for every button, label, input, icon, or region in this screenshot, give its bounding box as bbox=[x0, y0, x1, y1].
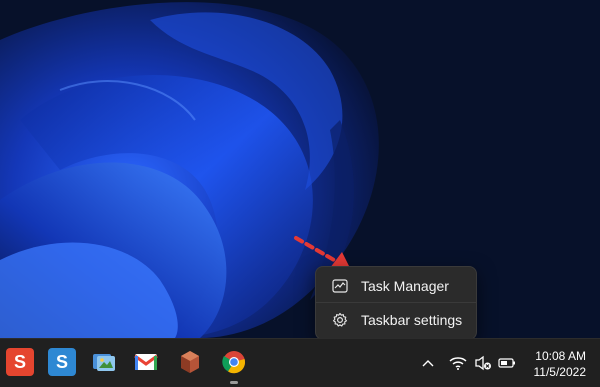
taskbar-context-menu: Task Manager Taskbar settings bbox=[315, 266, 477, 340]
desktop-wallpaper bbox=[0, 0, 600, 338]
menu-item-task-manager[interactable]: Task Manager bbox=[320, 270, 472, 302]
snagit-editor-icon[interactable]: S bbox=[48, 348, 76, 376]
system-clock[interactable]: 10:08 AM 11/5/2022 bbox=[516, 348, 587, 380]
running-indicator bbox=[230, 381, 238, 384]
menu-item-taskbar-settings[interactable]: Taskbar settings bbox=[320, 304, 472, 336]
photos-icon[interactable] bbox=[90, 348, 118, 376]
menu-item-label: Taskbar settings bbox=[361, 312, 463, 328]
menu-item-label: Task Manager bbox=[361, 278, 449, 294]
chrome-icon[interactable] bbox=[220, 348, 248, 376]
clock-date: 11/5/2022 bbox=[533, 365, 587, 379]
task-manager-icon bbox=[331, 277, 349, 295]
clock-time: 10:08 AM bbox=[535, 349, 586, 363]
taskbar: S S 10:08 AM 11/5/2022 bbox=[0, 338, 600, 387]
snagit-icon[interactable]: S bbox=[6, 348, 34, 376]
gmail-icon[interactable] bbox=[132, 348, 160, 376]
battery-icon[interactable] bbox=[498, 354, 516, 372]
app-icon[interactable] bbox=[176, 348, 204, 376]
gear-icon bbox=[331, 311, 349, 329]
wifi-icon[interactable] bbox=[449, 354, 467, 372]
volume-muted-icon[interactable] bbox=[474, 354, 492, 372]
chevron-up-icon[interactable] bbox=[419, 354, 437, 372]
menu-divider bbox=[316, 302, 476, 303]
